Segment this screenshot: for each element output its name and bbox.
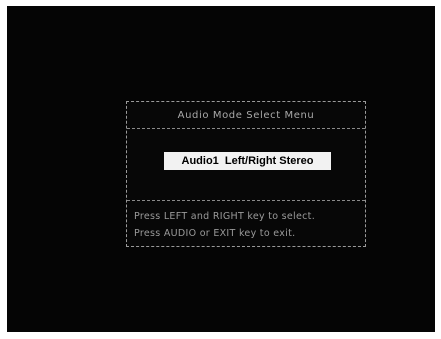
menu-instructions: Press LEFT and RIGHT key to select. Pres…	[134, 208, 362, 242]
menu-title: Audio Mode Select Menu	[127, 102, 365, 129]
tv-screen: Audio Mode Select Menu Audio1 Left/Right…	[7, 6, 435, 332]
mode-selection-area: Audio1 Left/Right Stereo	[127, 129, 365, 200]
instruction-select: Press LEFT and RIGHT key to select.	[134, 211, 316, 222]
selected-audio-mode[interactable]: Audio1 Left/Right Stereo	[164, 152, 331, 170]
audio-mode-menu: Audio Mode Select Menu Audio1 Left/Right…	[126, 101, 366, 247]
instruction-exit: Press AUDIO or EXIT key to exit.	[134, 228, 296, 239]
menu-divider	[127, 200, 365, 201]
